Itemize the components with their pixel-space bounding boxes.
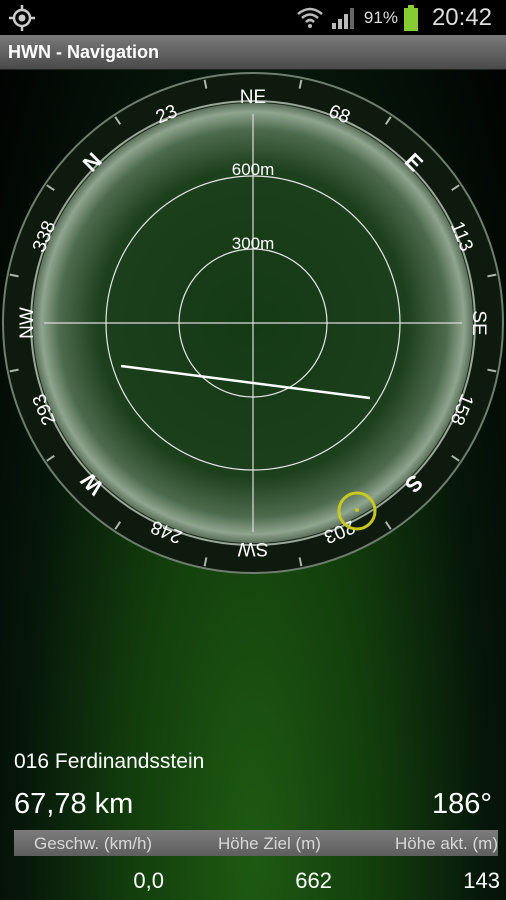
- current-altitude-value: 143: [463, 868, 500, 893]
- compass-dial: N E S W NE SE SW NW 23 68 113 158 203 24…: [2, 72, 504, 574]
- info-header-bar: Geschw. (km/h) Höhe Ziel (m) Höhe akt. (…: [14, 830, 498, 856]
- bearing-value: 186°: [432, 788, 492, 820]
- compass-label-SW: SW: [238, 538, 269, 559]
- target-marker-dot: [355, 508, 359, 512]
- header-target-altitude: Höhe Ziel (m): [218, 834, 321, 853]
- action-bar: HWN - Navigation: [0, 35, 506, 70]
- compass-label-NE: NE: [240, 87, 266, 108]
- header-speed: Geschw. (km/h): [34, 834, 153, 853]
- range-label-outer: 600m: [232, 160, 275, 179]
- compass-label-SE: SE: [468, 310, 489, 335]
- gps-icon: [9, 5, 35, 31]
- header-current-altitude: Höhe akt. (m): [395, 834, 498, 853]
- target-altitude-value: 662: [295, 868, 332, 893]
- speed-value: 0,0: [133, 868, 164, 893]
- compass-label-NW: NW: [17, 307, 38, 339]
- app-title: HWN - Navigation: [8, 42, 159, 62]
- range-label-inner: 300m: [232, 234, 275, 253]
- distance-value: 67,78 km: [14, 788, 134, 820]
- battery-icon: [403, 4, 418, 31]
- wifi-icon: [297, 7, 323, 28]
- battery-percent: 91%: [363, 7, 398, 27]
- destination-name: 016 Ferdinandsstein: [14, 750, 205, 773]
- signal-icon: [331, 7, 354, 29]
- status-bar: 91% 20:42: [0, 0, 506, 35]
- clock: 20:42: [431, 3, 492, 31]
